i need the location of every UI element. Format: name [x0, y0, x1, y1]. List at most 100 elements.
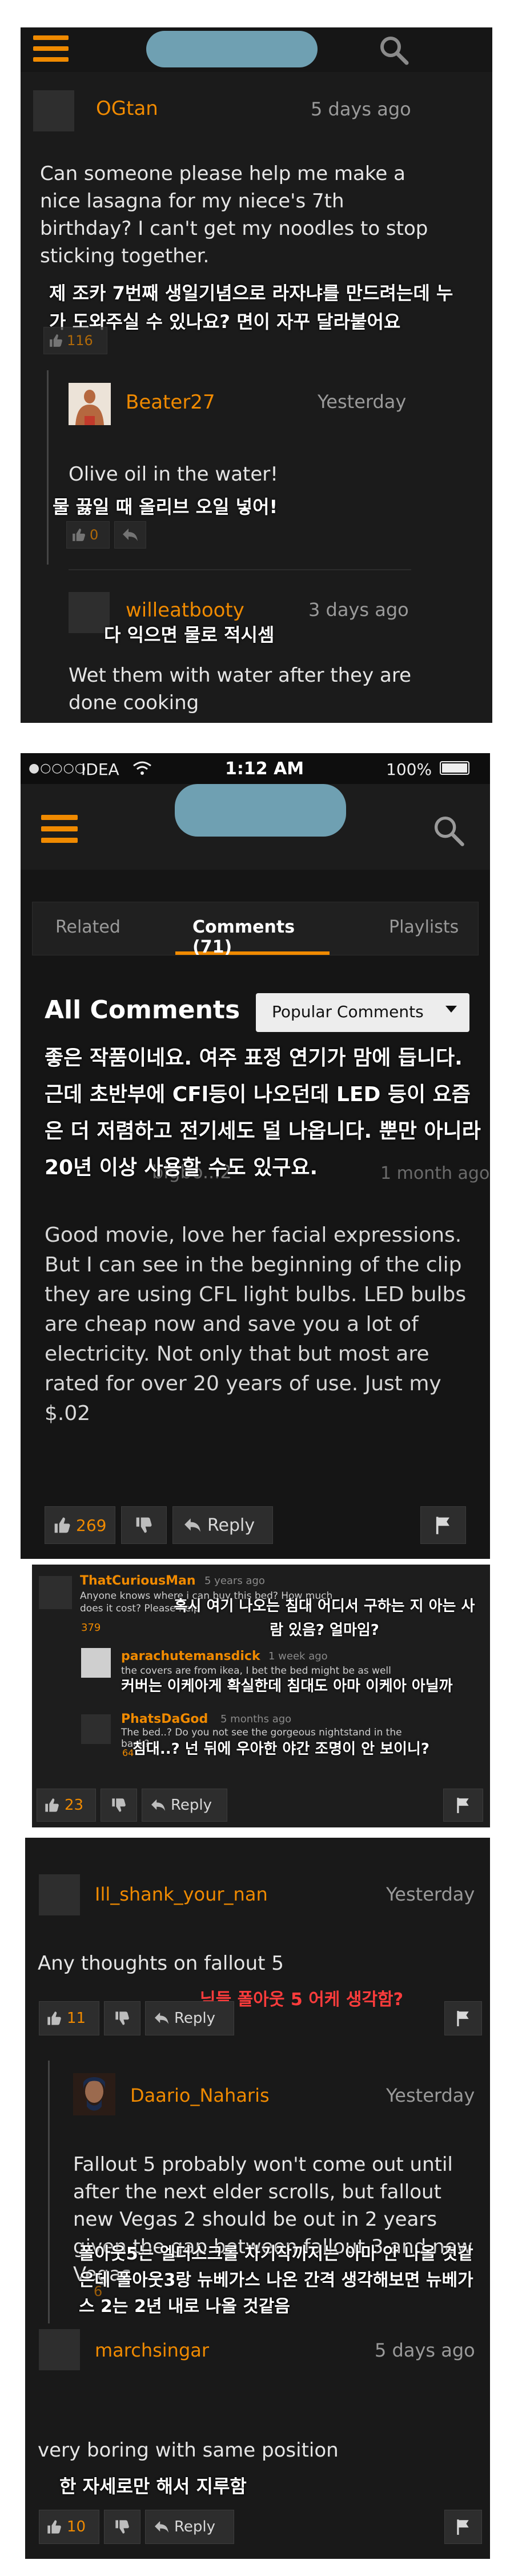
dislike-button[interactable] — [121, 1506, 167, 1544]
avatar[interactable] — [69, 383, 111, 425]
reply-label: Reply — [207, 1515, 255, 1535]
comment-timestamp: Yesterday — [318, 391, 407, 413]
tab-related[interactable]: Related — [55, 917, 121, 937]
avatar[interactable] — [39, 1576, 72, 1609]
thumbs-up-icon — [47, 2011, 61, 2025]
comment-text: Can someone please help me make a nice l… — [40, 162, 428, 267]
reply-label: Reply — [171, 1797, 212, 1814]
comment-username[interactable]: OGtan — [96, 97, 158, 120]
chevron-down-icon — [445, 1006, 457, 1013]
comment-text: very boring with same position — [38, 2439, 339, 2462]
tab-playlists[interactable]: Playlists — [389, 917, 459, 937]
comment-timestamp: 5 months ago — [220, 1713, 292, 1725]
like-count: 6 — [94, 2283, 103, 2299]
screenshot-panel-3: ThatCuriousMan 5 years ago Anyone knows … — [32, 1565, 490, 1827]
like-count: 0 — [90, 527, 99, 543]
top-bar — [21, 27, 492, 72]
avatar[interactable] — [39, 2329, 80, 2370]
korean-translation: 한 자세로만 해서 지루함 — [59, 2475, 247, 2497]
like-button[interactable]: 0 — [66, 521, 110, 549]
reply-arrow-icon — [123, 529, 138, 541]
like-count: 11 — [67, 2010, 86, 2027]
avatar[interactable] — [81, 1648, 111, 1678]
korean-translation: 좋은 작품이네요. 여주 표정 연기가 맘에 듭니다. 근데 초반부에 CFl등… — [45, 1046, 481, 1179]
avatar-image — [73, 2073, 115, 2115]
like-count: 64 — [122, 1747, 134, 1758]
divider — [69, 569, 411, 570]
comment-timestamp: Yesterday — [386, 2085, 475, 2106]
comment-username[interactable]: Beater27 — [126, 391, 215, 414]
thumbs-down-icon — [136, 1517, 152, 1533]
tab-bar: Related Comments (71) Playlists — [32, 902, 479, 957]
dislike-button[interactable] — [104, 2510, 140, 2544]
avatar[interactable] — [81, 1714, 111, 1744]
flag-button[interactable] — [444, 2001, 482, 2035]
comment-username[interactable]: Daario_Naharis — [130, 2085, 270, 2106]
dislike-button[interactable] — [101, 1789, 137, 1822]
avatar[interactable] — [73, 2073, 115, 2115]
comment-username[interactable]: marchsingar — [95, 2339, 209, 2361]
like-button[interactable]: 11 — [39, 2001, 99, 2035]
sort-dropdown[interactable]: Popular Comments — [256, 993, 469, 1032]
avatar[interactable] — [33, 90, 74, 131]
like-count: 379 — [81, 1622, 101, 1634]
battery-icon — [440, 761, 469, 775]
thumbs-up-icon — [47, 2520, 61, 2534]
reply-button[interactable]: Reply — [145, 2001, 234, 2035]
comment-username[interactable]: ThatCuriousMan — [80, 1574, 196, 1588]
thumbs-up-icon — [54, 1517, 70, 1533]
dislike-button[interactable] — [104, 2001, 140, 2035]
like-count: 269 — [76, 1515, 107, 1535]
tab-comments-label: Comments (71) — [192, 917, 295, 957]
comment-username[interactable]: parachutemansdick — [121, 1649, 260, 1663]
comment-text: Any thoughts on fallout 5 — [38, 1952, 284, 1975]
screenshot-panel-4: Ill_shank_your_nan Yesterday Any thought… — [25, 1838, 490, 2559]
like-button[interactable]: 10 — [39, 2510, 99, 2544]
comment-username[interactable]: willeatbooty — [126, 599, 244, 622]
like-button[interactable]: 23 — [37, 1789, 96, 1822]
korean-translation: 다 익으면 물로 적시셈 — [104, 624, 275, 646]
thread-line — [48, 2061, 50, 2323]
reply-label: Reply — [174, 2010, 216, 2027]
flag-button[interactable] — [443, 1789, 483, 1822]
reply-arrow-icon — [151, 1799, 165, 1811]
like-button[interactable]: 116 — [43, 327, 107, 354]
wifi-icon — [133, 761, 151, 775]
search-icon[interactable] — [377, 33, 410, 66]
hamburger-menu-icon[interactable] — [41, 815, 78, 843]
search-icon[interactable] — [431, 813, 466, 848]
korean-translation: 커버는 이케아게 확실한데 침대도 아마 이케아 아닐까 — [121, 1678, 453, 1695]
comment-timestamp: 5 years ago — [204, 1575, 265, 1587]
comment-text: Good movie, love her facial expressions.… — [45, 1223, 467, 1425]
comment-username[interactable]: Ill_shank_your_nan — [95, 1883, 268, 1905]
signal-dots: ●○○○○ — [29, 761, 86, 775]
flag-button[interactable] — [420, 1506, 466, 1544]
korean-translation: 폴아웃5는 엘더스크롤 차기작까지는 아마 안 나올 것같은데 폴아웃3랑 뉴베… — [79, 2244, 473, 2317]
avatar[interactable] — [39, 1874, 80, 1915]
reply-label: Reply — [174, 2518, 216, 2535]
tab-comments[interactable]: Comments (71) — [175, 902, 330, 957]
comment-username[interactable]: PhatsDaGod — [121, 1712, 208, 1726]
like-count: 116 — [67, 333, 93, 349]
reply-button[interactable]: Reply — [142, 1789, 227, 1822]
reply-button[interactable]: Reply — [145, 2510, 234, 2544]
comment-timestamp: 5 days ago — [375, 2339, 475, 2361]
thumbs-up-icon — [50, 334, 62, 347]
reply-arrow-icon — [184, 1518, 200, 1532]
comment-timestamp: Yesterday — [386, 1883, 475, 1905]
reply-button[interactable]: Reply — [172, 1506, 273, 1544]
flag-icon — [457, 2011, 469, 2026]
status-bar: ●○○○○ IDEA 1:12 AM 100% — [21, 753, 490, 784]
nav-bar — [21, 784, 490, 870]
carrier: IDEA — [81, 760, 119, 779]
hamburger-menu-icon[interactable] — [33, 35, 69, 62]
reply-arrow-icon — [155, 2012, 168, 2025]
comment-timestamp: 5 days ago — [311, 98, 411, 120]
flag-icon — [457, 2519, 469, 2535]
like-button[interactable]: 269 — [45, 1506, 115, 1544]
thumbs-up-icon — [45, 1798, 59, 1812]
reply-button[interactable] — [114, 521, 146, 549]
comment-timestamp: 1 week ago — [268, 1650, 328, 1662]
korean-translation: 제 조카 7번째 생일기념으로 라자냐를 만드려는데 누가 도와주실 수 있나요… — [49, 282, 453, 333]
flag-button[interactable] — [444, 2510, 482, 2544]
